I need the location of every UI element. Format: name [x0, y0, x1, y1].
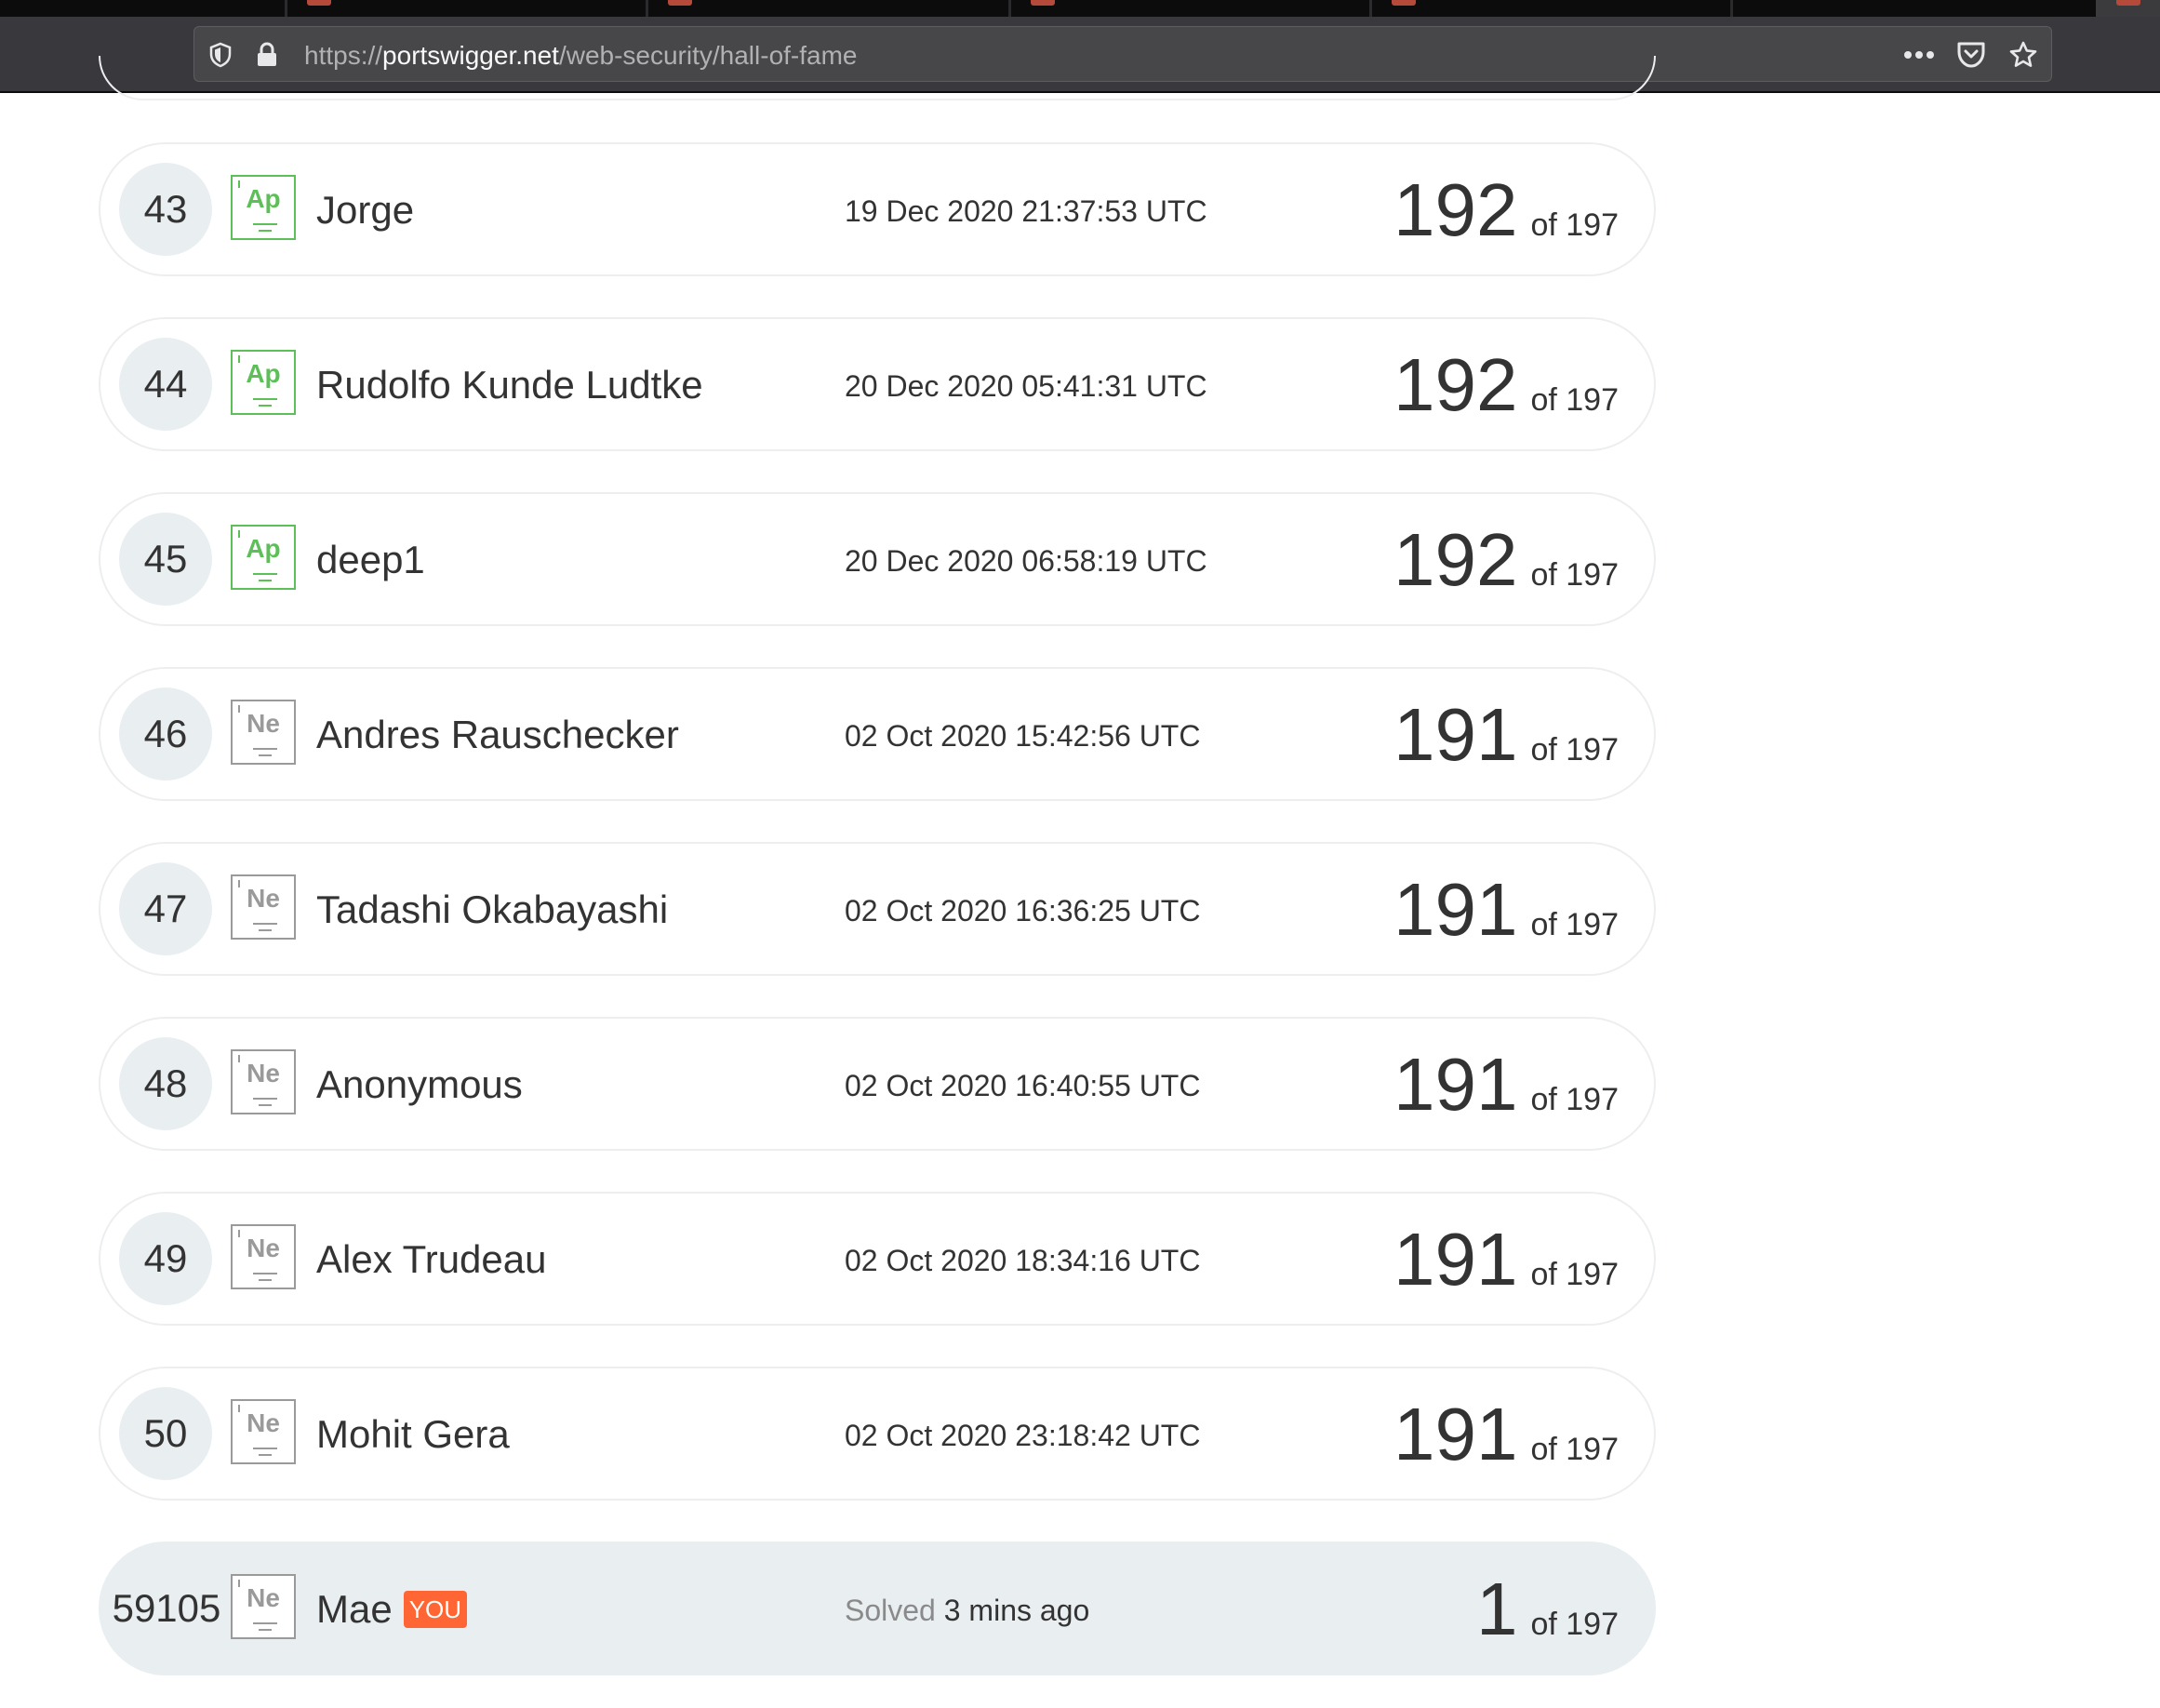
current-user-row: 59105 Ne Mae YOU Solved 3 mins ago 1 of 1… [99, 1541, 1656, 1675]
leaderboard-row: 50 Ne Mohit Gera 02 Oct 2020 23:18:42 UT… [99, 1367, 1656, 1501]
level-newcomer-icon: Ne [231, 1574, 296, 1639]
completion-date: 19 Dec 2020 21:37:53 UTC [845, 194, 1207, 228]
active-tab[interactable] [2096, 0, 2160, 17]
leaderboard-row: 48 Ne Anonymous 02 Oct 2020 16:40:55 UTC… [99, 1017, 1656, 1151]
more-icon[interactable] [1900, 36, 1938, 73]
user-name[interactable]: Rudolfo Kunde Ludtke [316, 362, 703, 408]
level-newcomer-icon: Ne [231, 874, 296, 940]
score: 191 of 197 [1393, 1043, 1619, 1127]
score-value: 192 [1393, 518, 1518, 601]
user-name[interactable]: Alex Trudeau [316, 1236, 547, 1283]
tab-favicon [2116, 0, 2140, 6]
leaderboard-row: 45 Ap deep1 20 Dec 2020 06:58:19 UTC 192… [99, 492, 1656, 626]
url-actions [1900, 36, 2042, 73]
score: 192 of 197 [1393, 168, 1619, 252]
score-value: 191 [1393, 693, 1518, 776]
tab-favicon[interactable] [1031, 0, 1055, 6]
user-name-text: Mae [316, 1587, 393, 1631]
rank-badge: 49 [119, 1212, 212, 1305]
rank-badge: 48 [119, 1037, 212, 1130]
user-name[interactable]: Anonymous [316, 1061, 523, 1108]
previous-row-edge [99, 56, 1656, 100]
score-value: 191 [1393, 1218, 1518, 1301]
tab-favicon[interactable] [307, 0, 331, 6]
tab-separator [1008, 0, 1011, 17]
score-total: of 197 [1530, 732, 1619, 767]
solved-label: Solved [845, 1594, 936, 1627]
user-name[interactable]: Tadashi Okabayashi [316, 887, 668, 933]
score-value: 192 [1393, 168, 1518, 251]
score-total: of 197 [1530, 1082, 1619, 1117]
score: 191 of 197 [1393, 693, 1619, 777]
rank-badge: 47 [119, 862, 212, 955]
solved-status: Solved 3 mins ago [845, 1592, 1089, 1629]
score: 191 of 197 [1393, 1393, 1619, 1476]
solved-time: 3 mins ago [943, 1594, 1090, 1627]
score-total: of 197 [1530, 1432, 1619, 1467]
score: 191 of 197 [1393, 868, 1619, 952]
user-name[interactable]: Jorge [316, 187, 414, 234]
level-apprentice-icon: Ap [231, 525, 296, 590]
level-newcomer-icon: Ne [231, 1224, 296, 1289]
tab-favicon[interactable] [668, 0, 692, 6]
level-newcomer-icon: Ne [231, 700, 296, 765]
score-total: of 197 [1530, 382, 1619, 418]
completion-date: 02 Oct 2020 23:18:42 UTC [845, 1419, 1201, 1452]
rank-badge: 45 [119, 513, 212, 606]
level-newcomer-icon: Ne [231, 1399, 296, 1464]
rank-badge: 44 [119, 338, 212, 431]
score-value: 1 [1475, 1568, 1518, 1650]
score: 191 of 197 [1393, 1218, 1619, 1301]
leaderboard-row: 44 Ap Rudolfo Kunde Ludtke 20 Dec 2020 0… [99, 317, 1656, 451]
tab-favicon[interactable] [1392, 0, 1416, 6]
level-apprentice-icon: Ap [231, 175, 296, 240]
user-name[interactable]: Mohit Gera [316, 1411, 510, 1458]
score-value: 191 [1393, 868, 1518, 951]
tab-separator [1730, 0, 1733, 17]
leaderboard-row: 47 Ne Tadashi Okabayashi 02 Oct 2020 16:… [99, 842, 1656, 976]
tab-strip [0, 0, 2160, 17]
completion-date: 02 Oct 2020 15:42:56 UTC [845, 719, 1201, 753]
score: 1 of 197 [1476, 1568, 1619, 1651]
user-name[interactable]: Andres Rauschecker [316, 712, 679, 758]
score: 192 of 197 [1393, 518, 1619, 602]
completion-date: 20 Dec 2020 06:58:19 UTC [845, 544, 1207, 578]
tab-separator [1369, 0, 1372, 17]
level-apprentice-icon: Ap [231, 350, 296, 415]
score-total: of 197 [1530, 907, 1619, 942]
tab-separator [646, 0, 648, 17]
score-total: of 197 [1530, 557, 1619, 593]
leaderboard-row: 43 Ap Jorge 19 Dec 2020 21:37:53 UTC 192… [99, 142, 1656, 276]
score-total: of 197 [1530, 1607, 1619, 1642]
score-total: of 197 [1530, 207, 1619, 243]
score-total: of 197 [1530, 1257, 1619, 1292]
leaderboard-row: 49 Ne Alex Trudeau 02 Oct 2020 18:34:16 … [99, 1192, 1656, 1326]
rank-badge: 43 [119, 163, 212, 256]
score-value: 191 [1393, 1393, 1518, 1475]
level-newcomer-icon: Ne [231, 1049, 296, 1114]
you-badge: YOU [403, 1591, 468, 1628]
score: 192 of 197 [1393, 343, 1619, 427]
tab-separator [285, 0, 287, 17]
score-value: 192 [1393, 343, 1518, 426]
score-value: 191 [1393, 1043, 1518, 1126]
completion-date: 02 Oct 2020 16:36:25 UTC [845, 894, 1201, 927]
rank-badge: 46 [119, 687, 212, 781]
leaderboard-row: 46 Ne Andres Rauschecker 02 Oct 2020 15:… [99, 667, 1656, 801]
completion-date: 20 Dec 2020 05:41:31 UTC [845, 369, 1207, 403]
completion-date: 02 Oct 2020 16:40:55 UTC [845, 1069, 1201, 1102]
star-icon[interactable] [2005, 36, 2042, 73]
rank-badge: 50 [119, 1387, 212, 1480]
rank-badge: 59105 [112, 1586, 221, 1630]
pocket-icon[interactable] [1953, 36, 1990, 73]
completion-date: 02 Oct 2020 18:34:16 UTC [845, 1244, 1201, 1277]
user-name[interactable]: deep1 [316, 537, 425, 583]
user-name[interactable]: Mae YOU [316, 1586, 468, 1633]
